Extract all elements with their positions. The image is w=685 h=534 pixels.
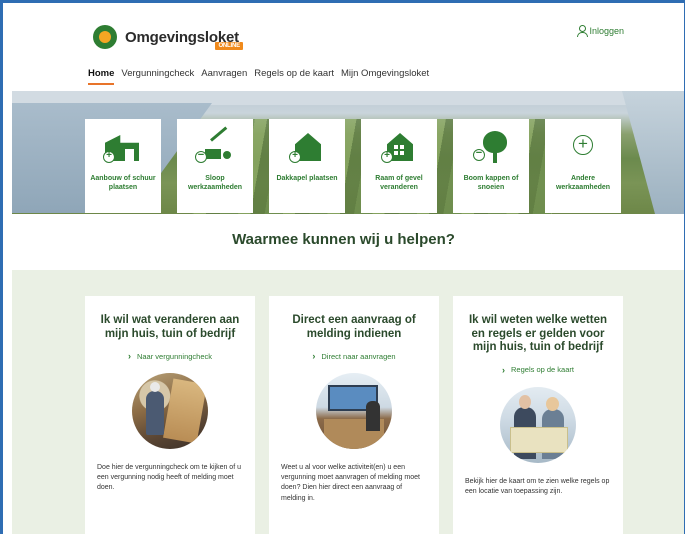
omgevingsloket-logo[interactable]: Omgevingsloket ONLINE — [93, 25, 243, 50]
nav-item-regels-op-de-kaart[interactable]: Regels op de kaart — [254, 68, 334, 85]
house-plus-icon: + — [287, 131, 327, 165]
help-heading: Waarmee kunnen wij u helpen? — [232, 231, 455, 248]
tile-label: Andere werkzaamheden — [555, 175, 611, 191]
nav-item-mijn-omgevingsloket[interactable]: Mijn Omgevingsloket — [341, 68, 429, 85]
page-frame: Omgevingsloket ONLINE Inloggen Home Verg… — [0, 0, 685, 534]
card-photo-worker — [132, 373, 208, 450]
nav-item-home[interactable]: Home — [88, 68, 115, 85]
card-description: Doe hier de vergunningcheck om te kijken… — [97, 464, 241, 492]
card-link-label: Regels op de kaart — [511, 365, 574, 375]
tile-sloop[interactable]: − Sloop werkzaamheden — [177, 119, 253, 213]
house-window-icon: + — [379, 131, 419, 165]
site-header: Omgevingsloket ONLINE Inloggen Home Verg… — [3, 3, 684, 91]
tile-dakkapel[interactable]: + Dakkapel plaatsen — [269, 119, 345, 213]
tile-andere-werkzaamheden[interactable]: + Andere werkzaamheden — [545, 119, 621, 213]
tile-label: Dakkapel plaatsen — [276, 175, 338, 182]
crane-icon: − — [195, 126, 235, 165]
tile-raam-gevel[interactable]: + Raam of gevel veranderen — [361, 119, 437, 213]
link-regels-op-de-kaart[interactable]: › Regels op de kaart — [465, 365, 611, 375]
tile-label: Sloop werkzaamheden — [187, 175, 243, 191]
nav-item-vergunningcheck[interactable]: Vergunningcheck — [121, 68, 194, 85]
login-link[interactable]: Inloggen — [577, 25, 624, 37]
nav-item-aanvragen[interactable]: Aanvragen — [201, 68, 247, 85]
logo-text: Omgevingsloket ONLINE — [125, 29, 243, 50]
tile-label: Boom kappen of snoeien — [463, 175, 519, 191]
chevron-right-icon: › — [312, 351, 316, 362]
link-naar-vergunningcheck[interactable]: › Naar vergunningcheck — [97, 351, 243, 361]
activity-tiles: + Aanbouw of schuur plaatsen − Sloop wer… — [85, 119, 637, 213]
card-vergunningcheck: Ik wil wat veranderen aan mijn huis, tui… — [85, 296, 255, 534]
logo-badge: ONLINE — [215, 41, 243, 50]
user-icon — [577, 25, 589, 37]
tile-boom-kappen[interactable]: − Boom kappen of snoeien — [453, 119, 529, 213]
chevron-right-icon: › — [502, 364, 506, 375]
shed-plus-icon: + — [103, 131, 143, 165]
tile-label: Raam of gevel veranderen — [375, 175, 423, 191]
card-aanvragen: Direct een aanvraag of melding indienen … — [269, 296, 439, 534]
login-label: Inloggen — [589, 25, 624, 36]
main-nav: Home Vergunningcheck Aanvragen Regels op… — [88, 68, 436, 85]
card-regels-op-de-kaart: Ik wil weten welke wetten en regels er g… — [453, 296, 623, 534]
card-photo-office — [316, 373, 392, 450]
logo-mark-icon — [93, 25, 117, 49]
tree-minus-icon: − — [471, 131, 511, 165]
plus-circle-icon: + — [563, 131, 603, 165]
card-description: Weet u al voor welke activiteit(en) u ee… — [281, 464, 420, 502]
card-title: Ik wil wat veranderen aan mijn huis, tui… — [100, 314, 240, 340]
tile-aanbouw-schuur[interactable]: + Aanbouw of schuur plaatsen — [85, 119, 161, 213]
tile-label: Aanbouw of schuur plaatsen — [90, 175, 156, 191]
card-title: Ik wil weten welke wetten en regels er g… — [468, 314, 608, 354]
hero-sky — [12, 91, 684, 105]
card-description: Bekijk hier de kaart om te zien welke re… — [465, 477, 610, 495]
card-photo-map-couple — [500, 386, 576, 463]
card-link-label: Direct naar aanvragen — [321, 351, 396, 361]
link-direct-naar-aanvragen[interactable]: › Direct naar aanvragen — [281, 351, 427, 361]
card-link-label: Naar vergunningcheck — [136, 351, 213, 361]
chevron-right-icon: › — [127, 351, 131, 362]
card-title: Direct een aanvraag of melding indienen — [292, 314, 416, 340]
